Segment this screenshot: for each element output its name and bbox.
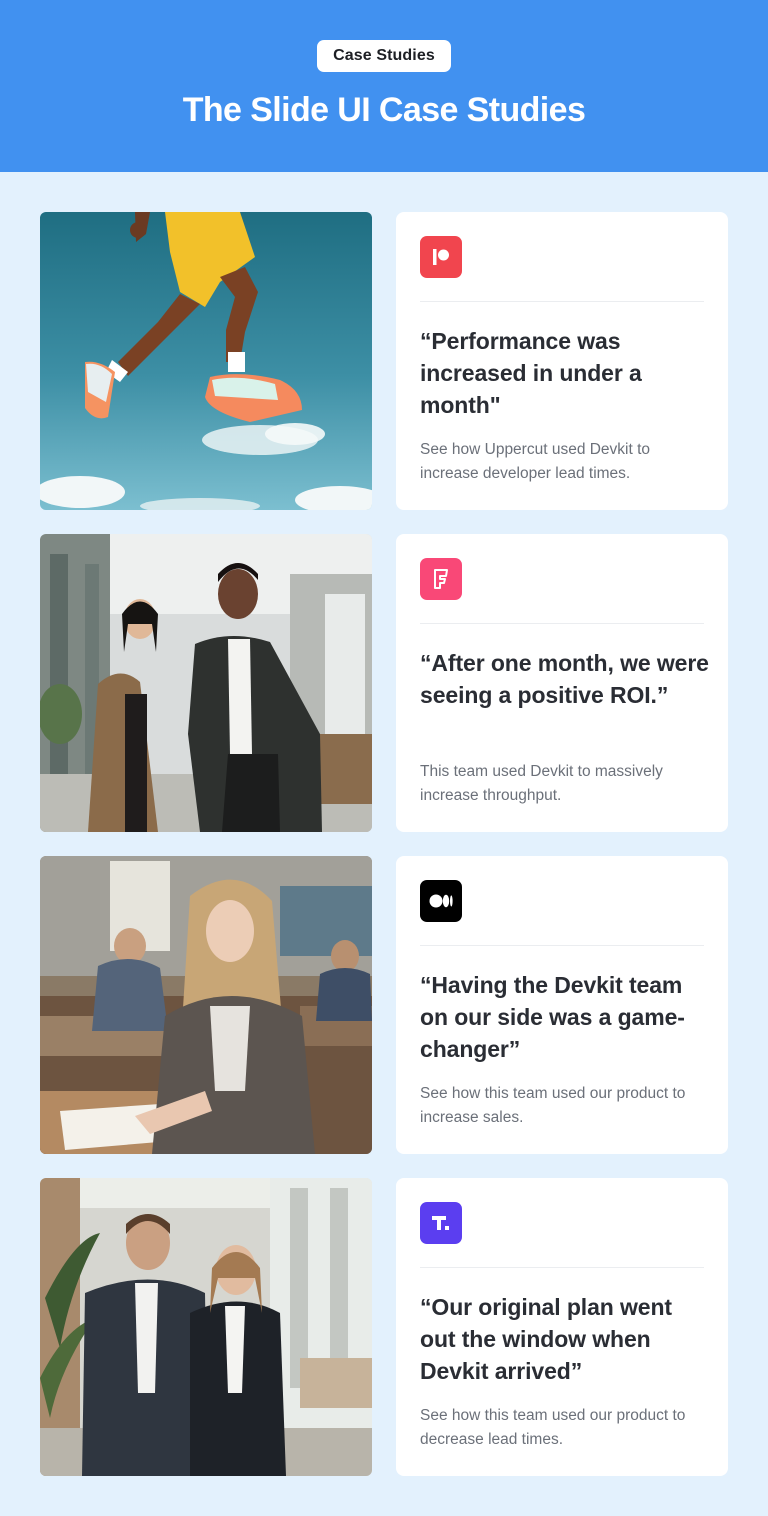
testimonial-quote: “Having the Devkit team on our side was … (420, 972, 685, 1062)
case-study-row[interactable]: “After one month, we were seeing a posit… (40, 534, 728, 832)
business-couple-office-photo (40, 1178, 372, 1476)
athlete-jumping-sky-photo (40, 212, 372, 510)
case-study-card[interactable]: “Our original plan went out the window w… (396, 1178, 728, 1476)
tiktok-t-icon (420, 1202, 462, 1244)
case-studies-badge: Case Studies (317, 40, 451, 72)
case-study-card[interactable]: “Performance was increased in under a mo… (396, 212, 728, 510)
case-study-row[interactable]: “Performance was increased in under a mo… (40, 212, 728, 510)
testimonial-quote: “Performance was increased in under a mo… (420, 328, 642, 418)
divider (420, 945, 704, 946)
header-banner: Case Studies The Slide UI Case Studies (0, 0, 768, 172)
divider (420, 623, 704, 624)
page-title: The Slide UI Case Studies (182, 91, 586, 129)
case-study-description: See how Uppercut used Devkit to increase… (420, 441, 651, 482)
testimonial-quote: “Our original plan went out the window w… (420, 1294, 672, 1384)
foursquare-icon (420, 558, 462, 600)
case-study-row[interactable]: “Our original plan went out the window w… (40, 1178, 728, 1476)
case-study-row[interactable]: “Having the Devkit team on our side was … (40, 856, 728, 1154)
case-study-description: This team used Devkit to massively incre… (420, 763, 663, 804)
student-classroom-photo (40, 856, 372, 1154)
medium-icon (420, 880, 462, 922)
two-colleagues-office-photo (40, 534, 372, 832)
case-study-description: See how this team used our product to de… (420, 1407, 686, 1448)
case-study-description: See how this team used our product to in… (420, 1085, 686, 1126)
case-study-card[interactable]: “After one month, we were seeing a posit… (396, 534, 728, 832)
testimonial-quote: “After one month, we were seeing a posit… (420, 650, 709, 708)
case-study-card[interactable]: “Having the Devkit team on our side was … (396, 856, 728, 1154)
divider (420, 301, 704, 302)
patreon-icon (420, 236, 462, 278)
divider (420, 1267, 704, 1268)
